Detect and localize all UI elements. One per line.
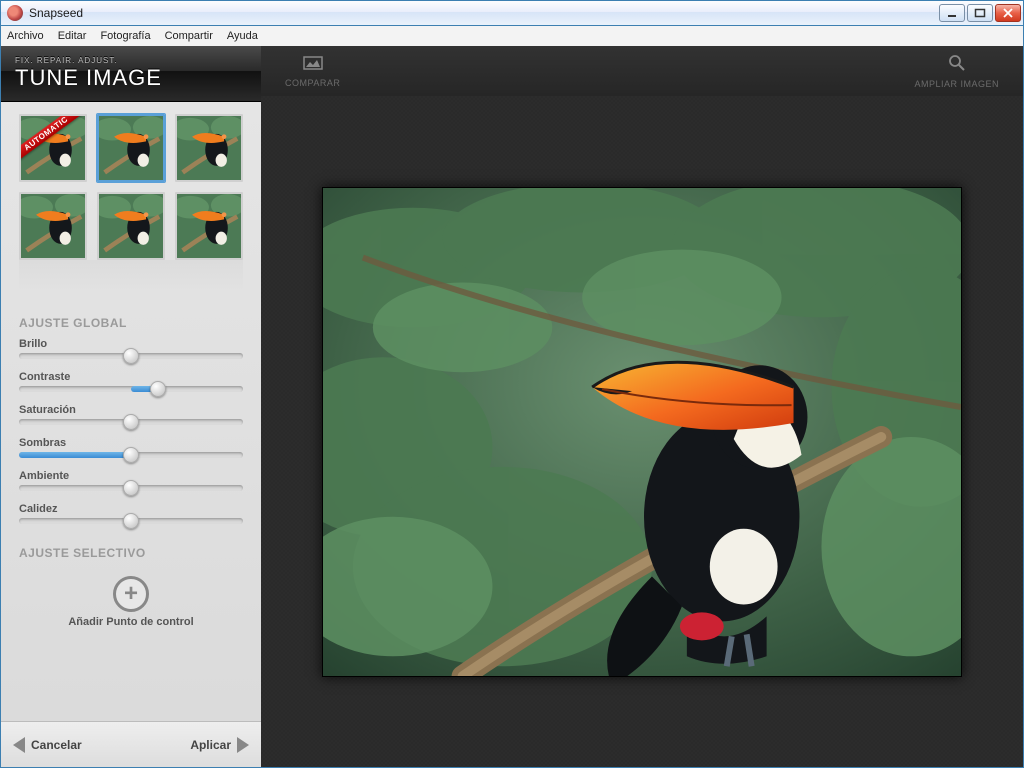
window-title: Snapseed xyxy=(29,6,939,20)
slider-contrast-thumb[interactable] xyxy=(150,381,166,397)
slider-shadows: Sombras xyxy=(19,437,243,458)
apply-label: Aplicar xyxy=(190,738,231,752)
compare-label: COMPARAR xyxy=(285,78,340,88)
photo-content xyxy=(323,188,961,676)
slider-ambience: Ambiente xyxy=(19,470,243,491)
zoom-label: AMPLIAR IMAGEN xyxy=(914,79,999,89)
slider-ambience-thumb[interactable] xyxy=(123,480,139,496)
tool-title: TUNE IMAGE xyxy=(15,65,247,91)
image-stage[interactable] xyxy=(261,96,1023,767)
slider-saturation-thumb[interactable] xyxy=(123,414,139,430)
cancel-label: Cancelar xyxy=(31,738,82,752)
slider-brightness-track[interactable] xyxy=(19,353,243,359)
window-buttons xyxy=(939,4,1021,22)
slider-shadows-track[interactable] xyxy=(19,452,243,458)
sliders-panel: Brillo Contraste Saturación Sombras Ambi… xyxy=(1,338,261,536)
maximize-button[interactable] xyxy=(967,4,993,22)
section-global-label: AJUSTE GLOBAL xyxy=(19,316,243,330)
magnifier-icon xyxy=(914,54,999,77)
menu-archivo[interactable]: Archivo xyxy=(7,30,44,42)
menu-editar[interactable]: Editar xyxy=(58,30,87,42)
compare-button[interactable]: COMPARAR xyxy=(285,55,340,88)
apply-button[interactable]: Aplicar xyxy=(190,737,249,753)
menu-bar: Archivo Editar Fotografía Compartir Ayud… xyxy=(0,26,1024,46)
zoom-button[interactable]: AMPLIAR IMAGEN xyxy=(914,54,999,89)
image-compare-icon xyxy=(285,55,340,76)
preset-auto[interactable]: AUTOMATIC xyxy=(19,114,87,182)
slider-warmth-track[interactable] xyxy=(19,518,243,524)
menu-compartir[interactable]: Compartir xyxy=(165,30,213,42)
minimize-button[interactable] xyxy=(939,4,965,22)
preset-preset-5[interactable] xyxy=(97,192,165,260)
menu-ayuda[interactable]: Ayuda xyxy=(227,30,258,42)
preset-reflection xyxy=(19,260,243,300)
close-button[interactable] xyxy=(995,4,1021,22)
sidebar-bottom-bar: Cancelar Aplicar xyxy=(1,721,261,767)
slider-ambience-track[interactable] xyxy=(19,485,243,491)
plus-icon: + xyxy=(113,576,149,612)
cancel-button[interactable]: Cancelar xyxy=(13,737,82,753)
app-icon xyxy=(7,5,23,21)
window-titlebar: Snapseed xyxy=(0,0,1024,26)
slider-brightness: Brillo xyxy=(19,338,243,359)
slider-contrast-label: Contraste xyxy=(19,371,243,383)
slider-warmth-thumb[interactable] xyxy=(123,513,139,529)
tool-subtitle: FIX. REPAIR. ADJUST. xyxy=(15,56,247,65)
preset-grid: AUTOMATIC xyxy=(1,102,261,260)
section-selective-label: AJUSTE SELECTIVO xyxy=(19,546,243,560)
slider-brightness-thumb[interactable] xyxy=(123,348,139,364)
add-control-point-label: Añadir Punto de control xyxy=(1,616,261,628)
slider-shadows-thumb[interactable] xyxy=(123,447,139,463)
image-frame xyxy=(322,187,962,677)
preset-preset-2[interactable] xyxy=(97,114,165,182)
chevron-left-icon xyxy=(13,737,25,753)
slider-saturation: Saturación xyxy=(19,404,243,425)
sidebar: FIX. REPAIR. ADJUST. TUNE IMAGE AUTOMATI… xyxy=(1,46,261,767)
tool-header: FIX. REPAIR. ADJUST. TUNE IMAGE xyxy=(1,46,261,102)
menu-fotografia[interactable]: Fotografía xyxy=(100,30,150,42)
slider-warmth: Calidez xyxy=(19,503,243,524)
add-control-point-button[interactable]: + Añadir Punto de control xyxy=(1,576,261,628)
canvas-toolbar: COMPARAR AMPLIAR IMAGEN xyxy=(261,46,1023,96)
chevron-right-icon xyxy=(237,737,249,753)
slider-contrast-track[interactable] xyxy=(19,386,243,392)
preset-preset-6[interactable] xyxy=(175,192,243,260)
slider-saturation-track[interactable] xyxy=(19,419,243,425)
canvas-area: COMPARAR AMPLIAR IMAGEN xyxy=(261,46,1023,767)
slider-contrast: Contraste xyxy=(19,371,243,392)
preset-preset-4[interactable] xyxy=(19,192,87,260)
preset-preset-3[interactable] xyxy=(175,114,243,182)
